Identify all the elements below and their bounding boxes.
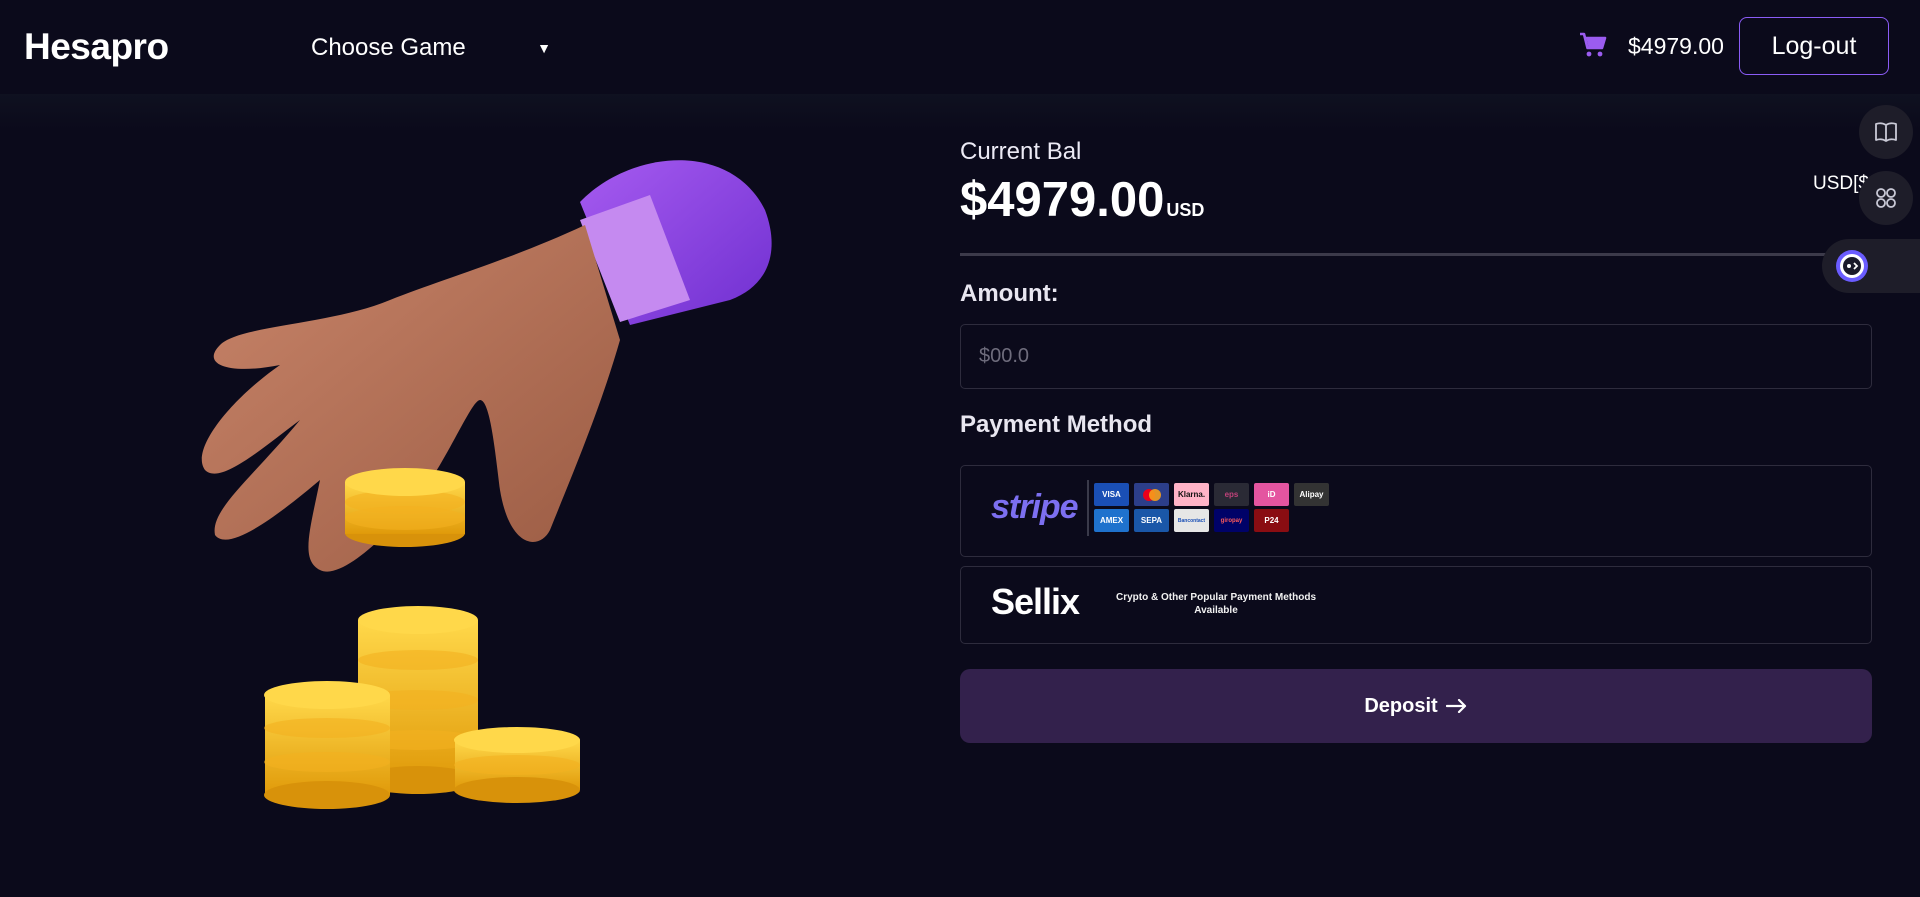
eps-badge: eps xyxy=(1214,483,1249,506)
deposit-label: Deposit xyxy=(1364,694,1438,717)
stripe-separator xyxy=(1087,480,1089,536)
book-icon xyxy=(1875,122,1897,142)
mastercard-icon xyxy=(1142,488,1161,501)
p24-badge: P24 xyxy=(1254,509,1289,532)
deposit-button[interactable]: Deposit xyxy=(960,669,1872,743)
choose-game-label: Choose Game xyxy=(311,34,466,61)
sellix-logo: Sellix xyxy=(991,581,1080,622)
header-balance: $4979.00 xyxy=(1628,33,1724,59)
brand-logo[interactable]: Hesapro xyxy=(24,26,169,68)
sellix-note: Crypto & Other Popular Payment Methods A… xyxy=(1115,592,1317,616)
ideal-badge: iD xyxy=(1254,483,1289,506)
held-coins xyxy=(345,468,465,547)
apps-button[interactable] xyxy=(1859,171,1913,225)
amex-badge: AMEX xyxy=(1094,509,1129,532)
alipay-badge: Alipay xyxy=(1294,483,1329,506)
visa-badge: VISA xyxy=(1094,483,1129,506)
hand-with-coins-illustration xyxy=(201,160,772,809)
balance-value: $4979.00 xyxy=(960,173,1165,227)
caret-down-icon: ▼ xyxy=(537,40,551,56)
payment-option-stripe[interactable]: stripe VISA Klarna. eps iD Alipay AMEX S… xyxy=(960,465,1872,557)
header-shadow xyxy=(0,94,1920,130)
sepa-badge: SEPA xyxy=(1134,509,1169,532)
arrow-right-icon xyxy=(1445,699,1466,713)
bancontact-badge: Bancontact xyxy=(1174,509,1209,532)
assistant-tab[interactable] xyxy=(1822,239,1920,293)
current-balance-amount: $4979.00 USD xyxy=(960,172,1204,228)
cart-icon[interactable] xyxy=(1578,31,1608,59)
amount-label: Amount: xyxy=(960,280,1059,307)
logout-button[interactable]: Log-out xyxy=(1739,17,1889,75)
stripe-logo: stripe xyxy=(991,488,1079,526)
book-button[interactable] xyxy=(1859,105,1913,159)
giropay-badge: giropay xyxy=(1214,509,1249,532)
coin-stacks xyxy=(264,606,580,809)
payment-option-sellix[interactable]: Sellix Crypto & Other Popular Payment Me… xyxy=(960,566,1872,644)
divider xyxy=(960,253,1872,256)
apps-icon xyxy=(1876,188,1896,208)
current-balance-label: Current Bal xyxy=(960,138,1082,165)
choose-game-dropdown[interactable]: Choose Game ▼ xyxy=(311,30,551,66)
assistant-icon xyxy=(1836,250,1868,282)
klarna-badge: Klarna. xyxy=(1174,483,1209,506)
top-navbar: Hesapro Choose Game ▼ $4979.00 Log-out xyxy=(0,0,1920,94)
amount-input[interactable] xyxy=(960,324,1872,389)
payment-method-label: Payment Method xyxy=(960,411,1153,438)
balance-unit: USD xyxy=(1166,200,1205,220)
mastercard-badge xyxy=(1134,483,1169,506)
